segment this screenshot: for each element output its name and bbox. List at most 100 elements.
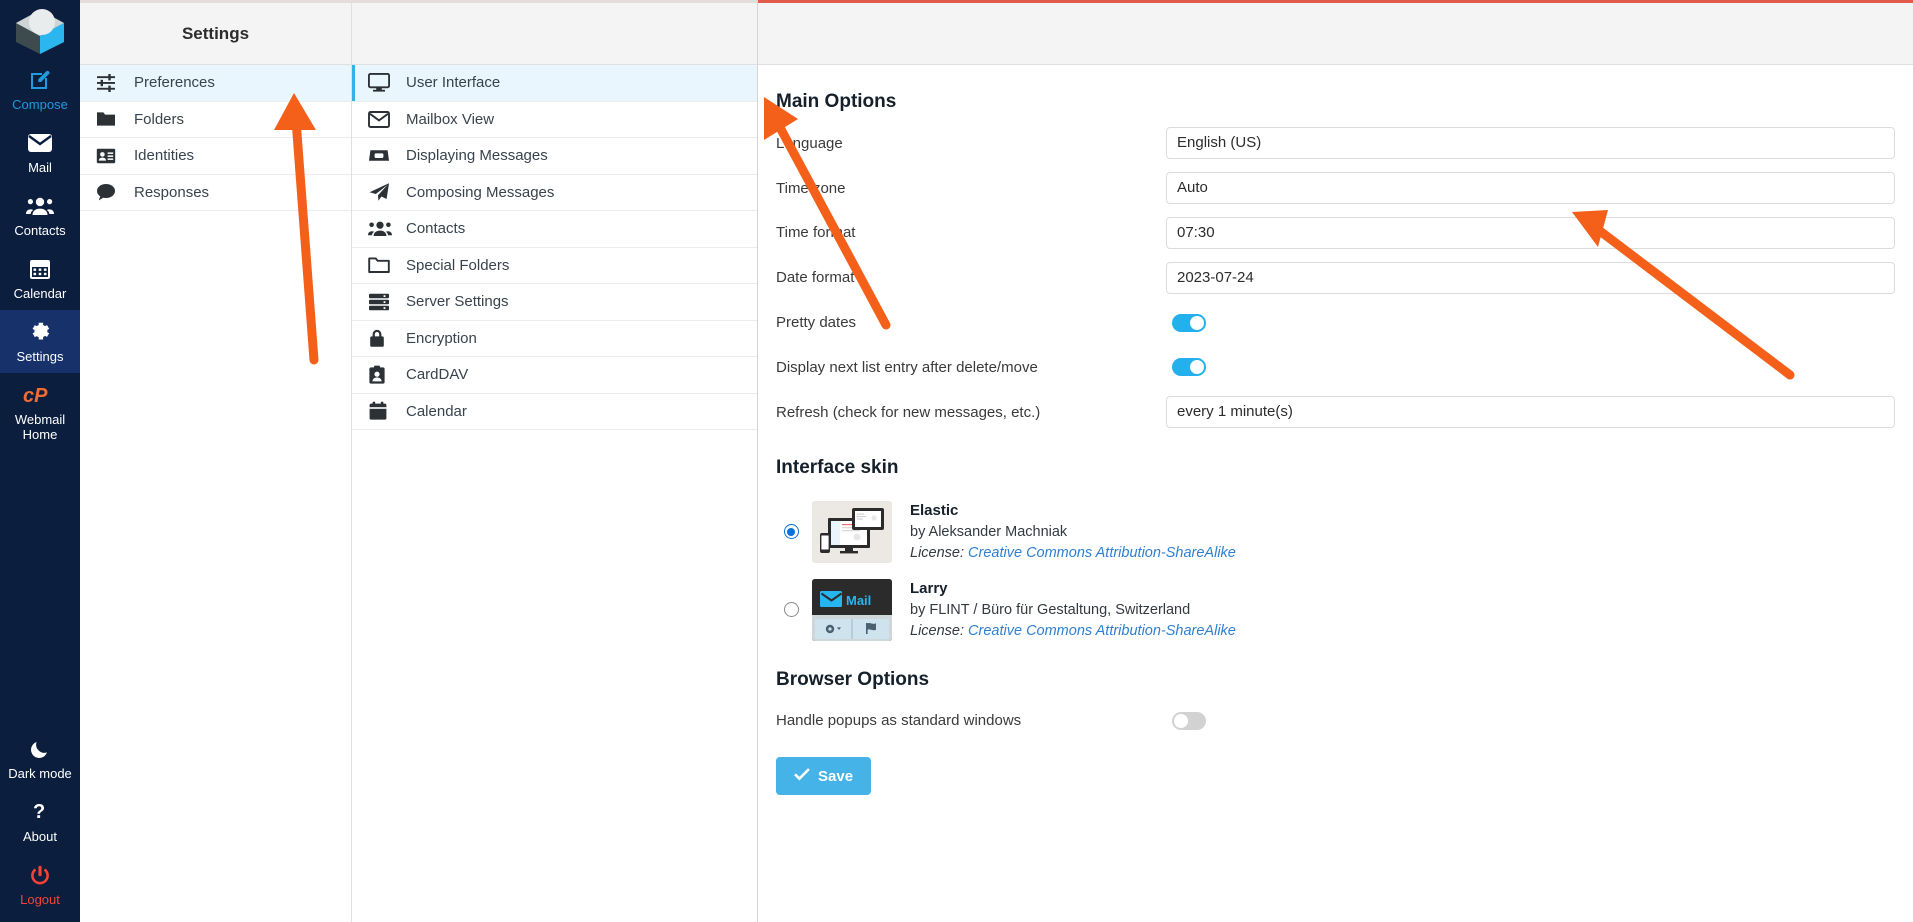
comment-icon	[96, 183, 124, 201]
section-item-mailbox-view[interactable]: Mailbox View	[352, 102, 757, 139]
field-control: English (US)	[1166, 127, 1895, 159]
sidebar-item-preferences[interactable]: Preferences	[80, 65, 351, 102]
settings-column-header: Settings	[80, 3, 351, 65]
license-prefix: License:	[910, 545, 964, 561]
skin-radio-elastic[interactable]	[784, 524, 799, 539]
browser-options-title: Browser Options	[776, 669, 1913, 691]
app-root: Compose Mail Contacts Calendar Settings	[0, 0, 1913, 922]
section-item-calendar[interactable]: Calendar	[352, 394, 757, 431]
taskbar-spacer	[0, 451, 80, 727]
paper-plane-icon	[368, 182, 396, 202]
save-button[interactable]: Save	[776, 757, 871, 795]
field-label: Refresh (check for new messages, etc.)	[776, 404, 1166, 421]
server-icon	[368, 293, 396, 311]
handle-popups-toggle[interactable]	[1172, 712, 1206, 730]
folder-outline-icon	[368, 256, 396, 274]
field-control	[1166, 314, 1895, 332]
section-item-displaying-messages[interactable]: Displaying Messages	[352, 138, 757, 175]
section-item-label: Composing Messages	[406, 184, 554, 201]
taskbar-item-webmail-home[interactable]: cP Webmail Home	[0, 373, 80, 451]
skin-name: Elastic	[910, 500, 1895, 522]
sidebar-item-identities[interactable]: Identities	[80, 138, 351, 175]
date-format-select[interactable]: 2023-07-24	[1166, 262, 1895, 294]
save-button-label: Save	[818, 768, 853, 785]
form-row-language: Language English (US)	[758, 121, 1913, 166]
check-icon	[794, 767, 810, 785]
taskbar-item-contacts[interactable]: Contacts	[0, 184, 80, 247]
settings-nav-list: Preferences Folders Identities Responses	[80, 65, 351, 211]
sidebar-item-label: Identities	[134, 147, 194, 164]
refresh-interval-select[interactable]: every 1 minute(s)	[1166, 396, 1895, 428]
skin-meta-larry: Larry by FLINT / Büro für Gestaltung, Sw…	[910, 578, 1895, 642]
power-icon	[29, 862, 51, 888]
time-format-select[interactable]: 07:30	[1166, 217, 1895, 249]
taskbar-item-settings[interactable]: Settings	[0, 310, 80, 373]
form-row-pretty-dates: Pretty dates	[758, 300, 1913, 345]
sections-nav-list: User Interface Mailbox View Displaying M…	[352, 65, 757, 430]
content-header	[758, 3, 1913, 65]
pretty-dates-toggle[interactable]	[1172, 314, 1206, 332]
skin-option-elastic[interactable]: Elastic by Aleksander Machniak License: …	[776, 493, 1895, 571]
taskbar-label: Compose	[12, 97, 68, 112]
section-item-server-settings[interactable]: Server Settings	[352, 284, 757, 321]
skin-radio-wrap	[776, 524, 806, 539]
gear-icon	[28, 319, 52, 345]
field-label: Time format	[776, 224, 1166, 241]
section-item-carddav[interactable]: CardDAV	[352, 357, 757, 394]
section-item-label: Calendar	[406, 403, 467, 420]
toggle-knob	[1174, 714, 1188, 728]
taskbar-label: Logout	[20, 892, 60, 907]
taskbar: Compose Mail Contacts Calendar Settings	[0, 0, 80, 922]
section-item-encryption[interactable]: Encryption	[352, 321, 757, 358]
sidebar-item-label: Responses	[134, 184, 209, 201]
id-card-icon	[96, 148, 124, 164]
section-item-label: Encryption	[406, 330, 477, 347]
section-item-contacts[interactable]: Contacts	[352, 211, 757, 248]
section-item-user-interface[interactable]: User Interface	[352, 65, 757, 102]
skin-radio-larry[interactable]	[784, 602, 799, 617]
sidebar-item-responses[interactable]: Responses	[80, 175, 351, 212]
taskbar-item-calendar[interactable]: Calendar	[0, 247, 80, 310]
compose-icon	[28, 67, 52, 93]
form-row-time-format: Time format 07:30	[758, 211, 1913, 256]
skin-license: License: Creative Commons Attribution-Sh…	[910, 621, 1895, 642]
taskbar-item-dark-mode[interactable]: Dark mode	[0, 727, 80, 790]
section-item-label: Displaying Messages	[406, 147, 548, 164]
svg-text:Mail: Mail	[846, 593, 871, 608]
people-icon	[368, 220, 396, 237]
skin-option-larry[interactable]: Mail	[776, 571, 1895, 649]
taskbar-item-about[interactable]: ? About	[0, 790, 80, 853]
section-item-composing-messages[interactable]: Composing Messages	[352, 175, 757, 212]
field-control: Auto	[1166, 172, 1895, 204]
taskbar-bottom-group: Dark mode ? About Logout	[0, 727, 80, 922]
toggle-knob	[1190, 360, 1204, 374]
license-link[interactable]: Creative Commons Attribution-ShareAlike	[968, 545, 1236, 561]
taskbar-label: Settings	[17, 349, 64, 364]
form-row-timezone: Time zone Auto	[758, 166, 1913, 211]
taskbar-item-mail[interactable]: Mail	[0, 121, 80, 184]
content-body: Main Options Language English (US) Time …	[758, 65, 1913, 795]
license-prefix: License:	[910, 623, 964, 639]
language-select[interactable]: English (US)	[1166, 127, 1895, 159]
taskbar-label: About	[23, 829, 57, 844]
taskbar-label: Calendar	[14, 286, 67, 301]
toggle-knob	[1190, 316, 1204, 330]
taskbar-item-logout[interactable]: Logout	[0, 853, 80, 916]
taskbar-item-compose[interactable]: Compose	[0, 58, 80, 121]
skin-list: Elastic by Aleksander Machniak License: …	[758, 487, 1913, 649]
inbox-icon	[368, 147, 396, 164]
form-row-refresh: Refresh (check for new messages, etc.) e…	[758, 390, 1913, 435]
section-item-special-folders[interactable]: Special Folders	[352, 248, 757, 285]
section-item-label: Special Folders	[406, 257, 509, 274]
timezone-select[interactable]: Auto	[1166, 172, 1895, 204]
monitor-icon	[368, 73, 396, 92]
taskbar-label: Webmail Home	[2, 412, 78, 442]
section-item-label: Server Settings	[406, 293, 509, 310]
folder-icon	[96, 110, 124, 128]
sidebar-item-folders[interactable]: Folders	[80, 102, 351, 139]
field-control: 2023-07-24	[1166, 262, 1895, 294]
envelope-icon	[368, 111, 396, 128]
license-link[interactable]: Creative Commons Attribution-ShareAlike	[968, 623, 1236, 639]
display-next-entry-toggle[interactable]	[1172, 358, 1206, 376]
field-label: Display next list entry after delete/mov…	[776, 359, 1166, 376]
